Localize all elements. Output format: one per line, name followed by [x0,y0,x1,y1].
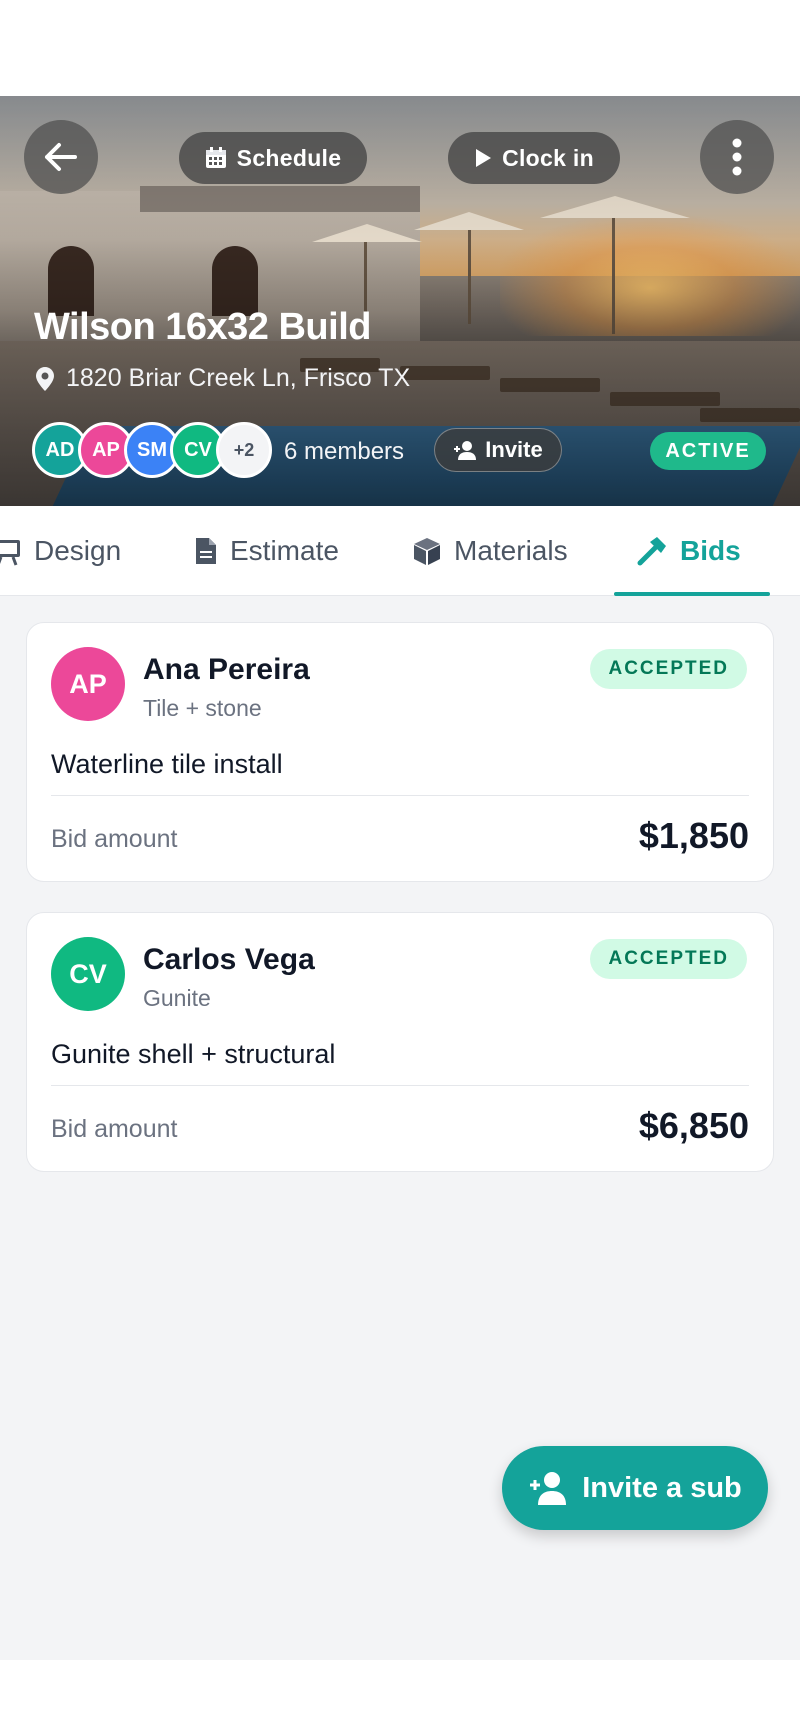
tab-estimate[interactable]: Estimate [194,506,339,596]
tab-label: Design [34,535,122,566]
bidder-name: Carlos Vega [143,943,315,976]
add-person-icon [530,1472,567,1505]
tab-bids[interactable]: Bids [636,506,741,596]
tab-label: Materials [454,535,568,566]
play-icon [476,149,492,167]
invite-sub-label: Invite a sub [582,1471,742,1504]
add-person-icon [454,441,477,460]
more-vertical-icon [732,138,742,176]
tab-label: Estimate [230,535,339,566]
members-count: 6 members [284,438,405,465]
status-badge: ACTIVE [650,432,766,470]
bid-amount-label: Bid amount [51,825,178,853]
divider [51,795,749,796]
tab-label: Bids [680,535,741,566]
calendar-icon [205,147,226,168]
bottom-safe-area [0,1660,800,1731]
cube-icon [414,538,440,565]
clock-in-button[interactable]: Clock in [448,132,620,184]
divider [51,1085,749,1086]
project-tabs: Design Estimate Materials Bids [0,506,800,596]
invite-label: Invite [485,437,543,462]
invite-button[interactable]: Invite [434,428,562,472]
project-address: 1820 Briar Creek Ln, Frisco TX [36,364,410,393]
bid-card[interactable]: CV Carlos Vega Gunite ACCEPTED Gunite sh… [26,912,774,1172]
bid-status-badge: ACCEPTED [590,649,747,689]
more-options-button[interactable] [700,120,774,194]
more-members-avatar: +2 [216,422,272,478]
tab-materials[interactable]: Materials [412,506,568,596]
invite-sub-button[interactable]: Invite a sub [502,1446,768,1530]
address-text: 1820 Briar Creek Ln, Frisco TX [66,364,411,392]
schedule-button[interactable]: Schedule [179,132,367,184]
project-hero: Schedule Clock in Wilson 16x32 Build 182… [0,96,800,506]
bid-amount-label: Bid amount [51,1115,178,1143]
hammer-icon [637,537,666,566]
back-button[interactable] [24,120,98,194]
clock-in-label: Clock in [502,144,594,171]
bid-description: Waterline tile install [51,749,283,779]
avatar: CV [51,937,125,1011]
arrow-left-icon [45,143,77,171]
bidder-trade: Gunite [143,985,211,1011]
avatar: AP [51,647,125,721]
status-bar-area [0,0,800,96]
bidder-name: Ana Pereira [143,653,310,686]
location-pin-icon [36,366,54,391]
project-title: Wilson 16x32 Build [34,306,371,348]
bid-description: Gunite shell + structural [51,1039,336,1069]
bid-card[interactable]: AP Ana Pereira Tile + stone ACCEPTED Wat… [26,622,774,882]
bidder-trade: Tile + stone [143,695,262,721]
tab-design[interactable]: Design [0,506,121,596]
document-icon [196,538,216,564]
bid-status-badge: ACCEPTED [590,939,747,979]
easel-icon [0,540,20,566]
schedule-label: Schedule [236,144,342,171]
bid-amount: $6,850 [638,1105,749,1146]
bid-amount: $1,850 [638,815,749,856]
